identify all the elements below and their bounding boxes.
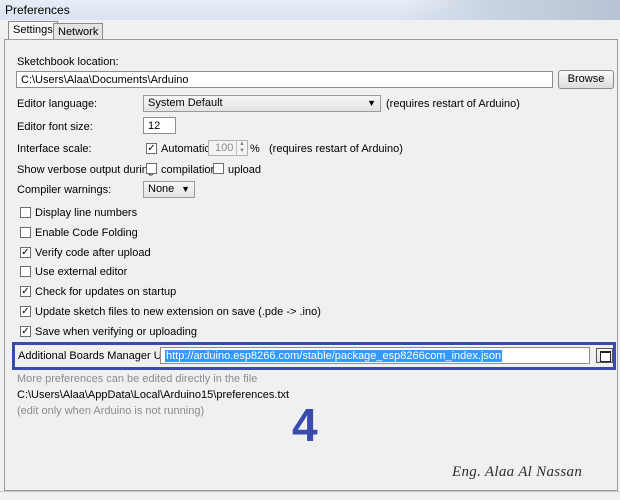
scale-value: 100 — [215, 142, 234, 154]
window-title: Preferences — [5, 3, 70, 17]
tab-bar: Settings Network — [0, 20, 620, 40]
browse-button[interactable]: Browse — [558, 70, 614, 89]
sketchbook-label: Sketchbook location: — [17, 56, 119, 68]
author-signature: Eng. Alaa Al Nassan — [452, 464, 583, 480]
spinner-up-icon[interactable]: ▲ — [236, 141, 247, 148]
automatic-label: Automatic — [161, 143, 210, 155]
boards-manager-url-input[interactable]: http://arduino.esp8266.com/stable/packag… — [160, 347, 590, 364]
compiler-warnings-label: Compiler warnings: — [17, 184, 112, 196]
editor-language-select[interactable]: System Default ▼ — [143, 95, 381, 112]
upload-checkbox[interactable] — [213, 163, 224, 174]
compilation-checkbox[interactable] — [146, 163, 157, 174]
verify-after-upload-label: Verify code after upload — [35, 247, 151, 259]
code-folding-label: Enable Code Folding — [35, 227, 138, 239]
chevron-down-icon: ▼ — [181, 184, 190, 194]
display-line-numbers-checkbox[interactable] — [20, 207, 31, 218]
check-updates-checkbox[interactable]: ✓ — [20, 286, 31, 297]
editor-language-label: Editor language: — [17, 98, 98, 110]
edit-note: (edit only when Arduino is not running) — [17, 405, 205, 417]
update-extension-label: Update sketch files to new extension on … — [35, 306, 321, 318]
title-bar-decoration — [400, 0, 620, 20]
display-line-numbers-label: Display line numbers — [35, 207, 138, 219]
editor-language-value: System Default — [148, 97, 223, 109]
save-when-verifying-checkbox[interactable]: ✓ — [20, 326, 31, 337]
upload-label: upload — [228, 164, 262, 176]
compiler-warnings-value: None — [148, 183, 175, 195]
update-extension-checkbox[interactable]: ✓ — [20, 306, 31, 317]
automatic-checkbox[interactable]: ✓ — [146, 143, 157, 154]
font-size-input[interactable]: 12 — [143, 117, 176, 134]
interface-scale-label: Interface scale: — [17, 143, 92, 155]
editor-language-note: (requires restart of Arduino) — [386, 98, 520, 110]
tab-settings[interactable]: Settings — [8, 21, 58, 40]
scale-spinner[interactable]: 100 ▲ ▼ — [208, 140, 248, 156]
compilation-label: compilation — [161, 164, 217, 176]
compiler-warnings-select[interactable]: None ▼ — [143, 181, 195, 198]
boards-manager-url-text: http://arduino.esp8266.com/stable/packag… — [165, 350, 503, 362]
font-size-label: Editor font size: — [17, 121, 93, 133]
sketchbook-input[interactable]: C:\Users\Alaa\Documents\Arduino — [16, 71, 553, 88]
external-editor-label: Use external editor — [35, 266, 128, 278]
step-number: 4 — [292, 399, 318, 451]
verbose-label: Show verbose output during: — [17, 164, 158, 176]
save-when-verifying-label: Save when verifying or uploading — [35, 326, 198, 338]
window-icon[interactable] — [596, 348, 613, 363]
spinner-down-icon[interactable]: ▼ — [236, 148, 247, 155]
preferences-path: C:\Users\Alaa\AppData\Local\Arduino15\pr… — [17, 389, 290, 401]
code-folding-checkbox[interactable] — [20, 227, 31, 238]
check-updates-label: Check for updates on startup — [35, 286, 177, 298]
title-bar: Preferences — [0, 0, 620, 20]
interface-scale-note: (requires restart of Arduino) — [269, 143, 403, 155]
external-editor-checkbox[interactable] — [20, 266, 31, 277]
chevron-down-icon: ▼ — [367, 98, 376, 108]
scale-unit: % — [250, 143, 260, 155]
more-preferences-text: More preferences can be edited directly … — [17, 373, 258, 385]
verify-after-upload-checkbox[interactable]: ✓ — [20, 247, 31, 258]
tab-network[interactable]: Network — [53, 23, 104, 39]
